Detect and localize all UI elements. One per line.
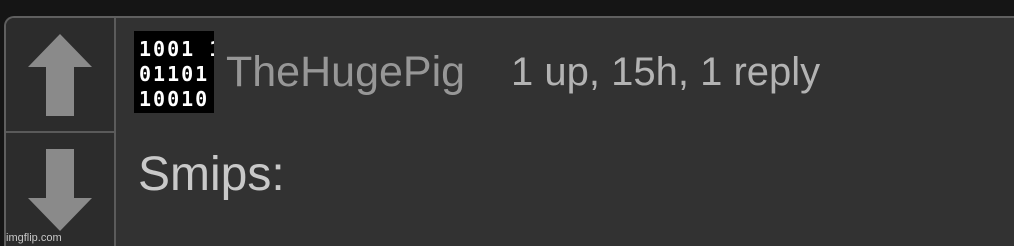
comment-text: Smips: xyxy=(138,148,285,201)
downvote-button[interactable] xyxy=(6,133,114,246)
avatar-line-1: 1001 1 xyxy=(139,37,214,61)
comment-meta-row: 1001 1 01101 10010 TheHugePig 1 up, 15h,… xyxy=(134,31,820,113)
vote-column xyxy=(6,18,116,246)
comment-card: 1001 1 01101 10010 TheHugePig 1 up, 15h,… xyxy=(4,16,1014,246)
comment-body: 1001 1 01101 10010 TheHugePig 1 up, 15h,… xyxy=(116,18,1014,246)
avatar-line-3: 10010 xyxy=(139,87,210,111)
binary-avatar-icon[interactable]: 1001 1 01101 10010 xyxy=(134,31,214,113)
username-link[interactable]: TheHugePig xyxy=(226,50,465,94)
down-arrow-icon xyxy=(28,148,92,231)
up-arrow-icon xyxy=(28,33,92,116)
screenshot-root: 1001 1 01101 10010 TheHugePig 1 up, 15h,… xyxy=(0,0,1014,246)
avatar-line-2: 01101 xyxy=(139,62,210,86)
watermark-text: imgflip.com xyxy=(6,232,62,244)
comment-meta-info: 1 up, 15h, 1 reply xyxy=(511,50,821,94)
upvote-button[interactable] xyxy=(6,18,114,133)
